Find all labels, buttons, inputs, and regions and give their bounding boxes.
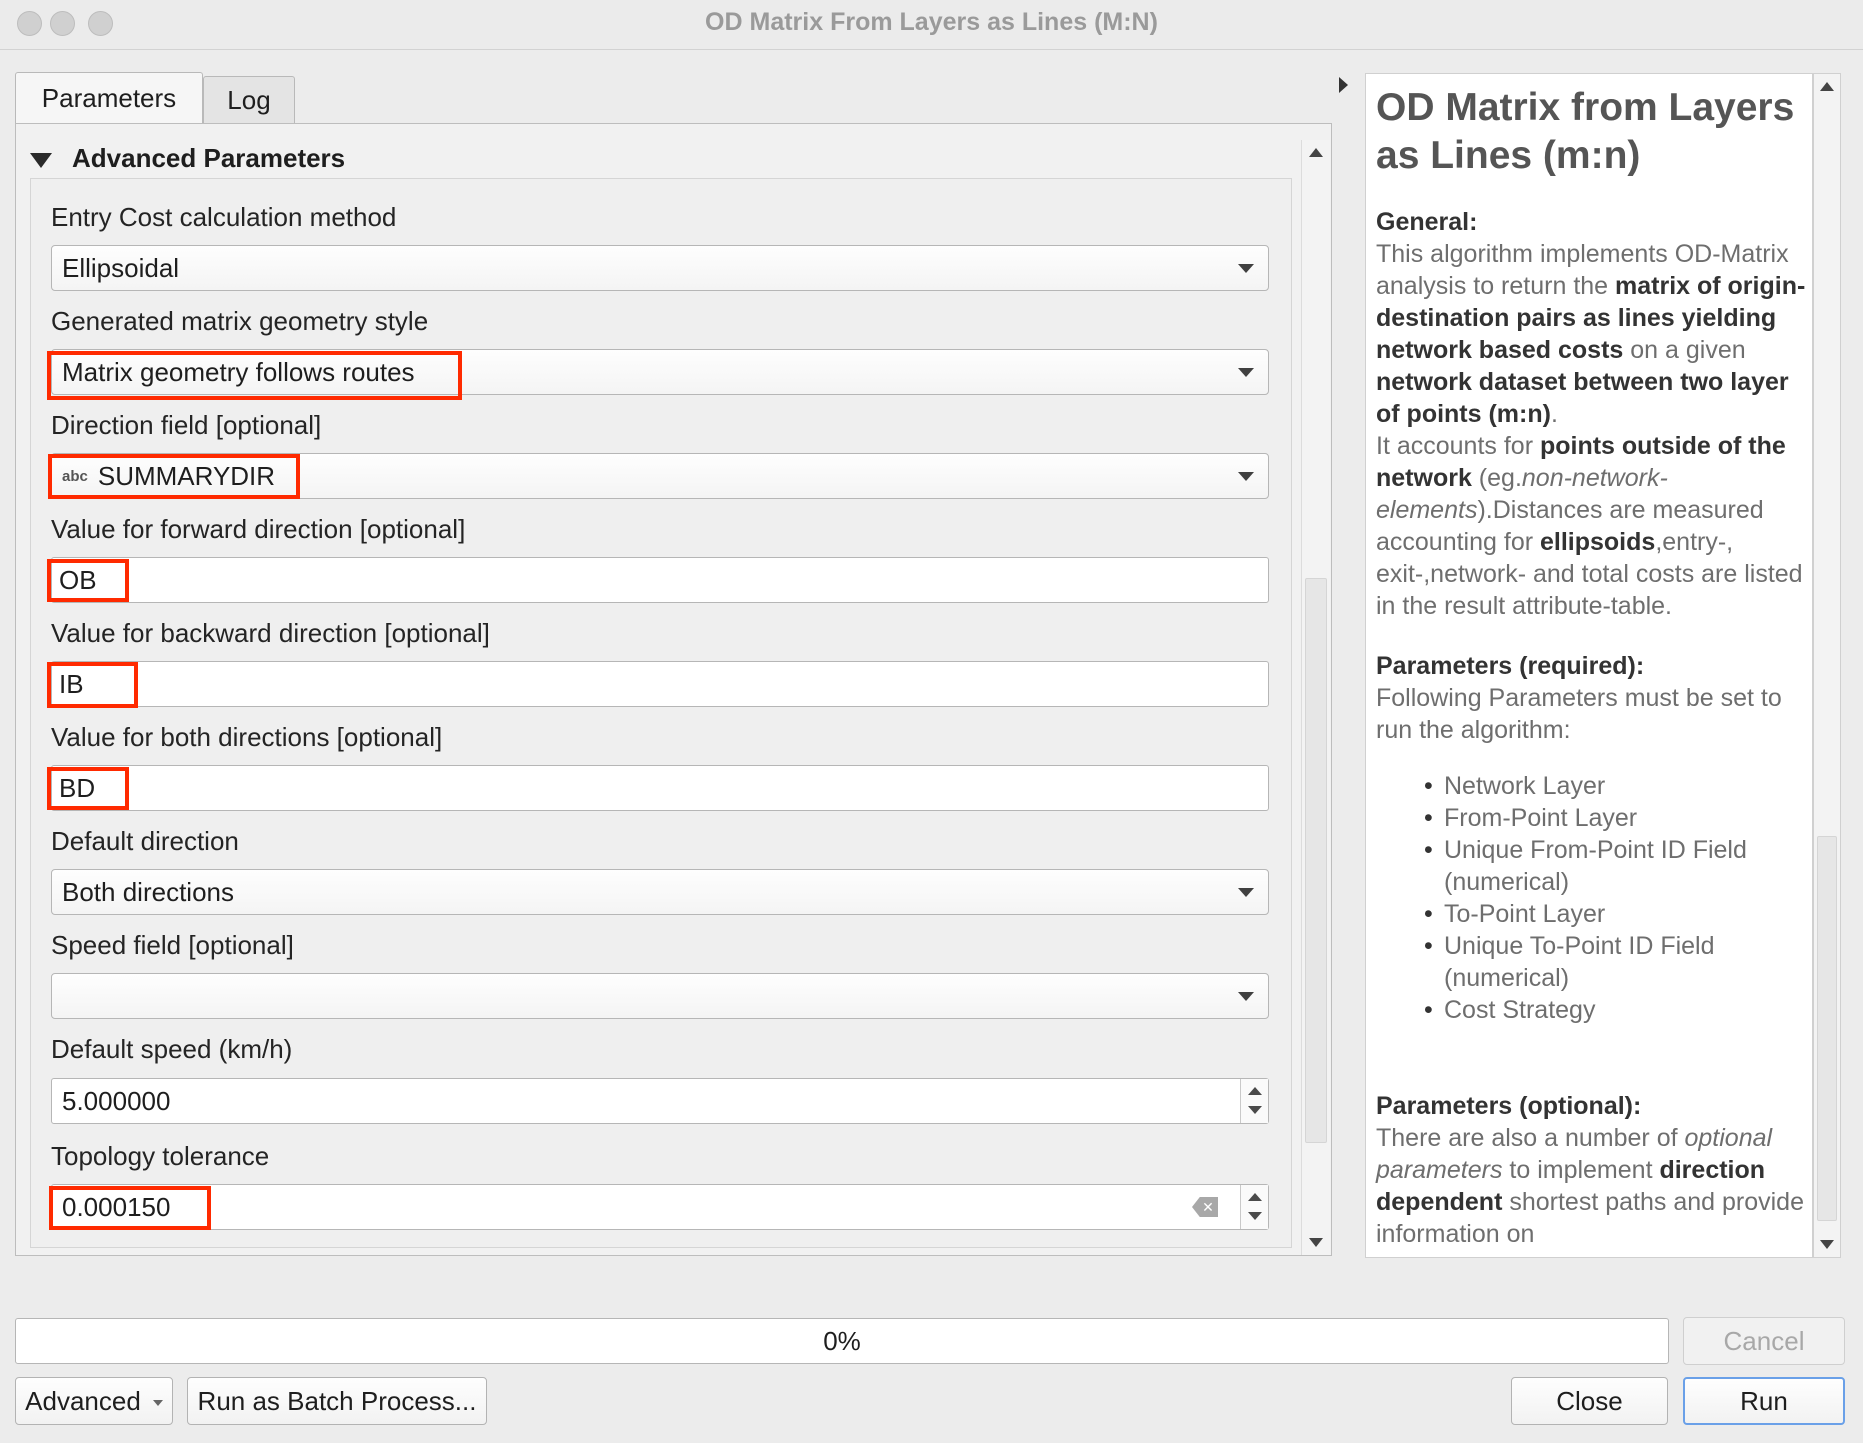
help-title: OD Matrix from Layers as Lines (m:n)	[1376, 86, 1795, 177]
topology-tolerance-spinbox[interactable]: 0.000150 ✕	[51, 1184, 1269, 1230]
both-directions-value: BD	[59, 772, 96, 803]
default-direction-label: Default direction	[51, 826, 239, 856]
help-general: General: This algorithm implements OD-Ma…	[1376, 206, 1806, 622]
geometry-style-label: Generated matrix geometry style	[51, 306, 429, 336]
help-bold: ellipsoids	[1540, 528, 1656, 556]
speed-field-label: Speed field [optional]	[51, 930, 294, 960]
both-directions-label: Value for both directions [optional]	[51, 722, 443, 752]
topology-tolerance-label: Topology tolerance	[51, 1141, 270, 1171]
geometry-style-value: Matrix geometry follows routes	[62, 356, 415, 387]
help-scrollbar[interactable]	[1813, 73, 1841, 1258]
help-required-text: Following Parameters must be set to run …	[1376, 684, 1782, 744]
advanced-parameters-header[interactable]: Advanced Parameters	[30, 138, 345, 178]
help-optional: Parameters (optional): There are also a …	[1376, 1090, 1806, 1250]
direction-field-combo[interactable]: abc SUMMARYDIR	[51, 453, 1269, 499]
help-text: It accounts for	[1376, 432, 1540, 460]
help-content: OD Matrix from Layers as Lines (m:n) Gen…	[1376, 84, 1806, 1250]
chevron-down-icon	[1238, 368, 1254, 377]
triangle-down-icon	[30, 152, 52, 168]
chevron-down-icon	[1238, 992, 1254, 1001]
backspace-clear-icon[interactable]: ✕	[1192, 1197, 1218, 1217]
close-button[interactable]: Close	[1511, 1377, 1668, 1425]
spin-buttons[interactable]	[1240, 1079, 1268, 1123]
field-type-abc-icon: abc	[62, 467, 88, 485]
both-directions-input[interactable]: BD	[51, 765, 1269, 811]
run-batch-button[interactable]: Run as Batch Process...	[187, 1377, 487, 1425]
tab-log[interactable]: Log	[203, 76, 295, 124]
help-optional-heading: Parameters (optional):	[1376, 1092, 1642, 1120]
scrollbar-thumb[interactable]	[1817, 836, 1837, 1221]
help-panel: OD Matrix from Layers as Lines (m:n) Gen…	[1365, 73, 1813, 1258]
help-text: to implement	[1502, 1156, 1660, 1184]
help-bold: network dataset between two layer of poi…	[1376, 368, 1789, 428]
help-text: There are also a number of	[1376, 1124, 1685, 1152]
spin-buttons[interactable]	[1240, 1185, 1268, 1229]
chevron-down-icon	[1238, 472, 1254, 481]
list-item: From-Point Layer	[1424, 802, 1806, 834]
geometry-style-combo[interactable]: Matrix geometry follows routes	[51, 349, 1269, 395]
scroll-up-icon[interactable]	[1309, 148, 1323, 157]
spin-down-icon[interactable]	[1248, 1106, 1262, 1114]
list-item: Network Layer	[1424, 770, 1806, 802]
advanced-button-label: Advanced	[25, 1385, 141, 1416]
help-required: Parameters (required): Following Paramet…	[1376, 650, 1806, 1026]
direction-field-value: SUMMARYDIR	[97, 460, 276, 491]
entry-cost-label: Entry Cost calculation method	[51, 202, 397, 232]
default-speed-value: 5.000000	[62, 1085, 171, 1116]
help-general-heading: General:	[1376, 208, 1478, 236]
chevron-down-icon	[1238, 888, 1254, 897]
scrollbar-thumb[interactable]	[1305, 578, 1327, 1143]
progress-text: 0%	[823, 1325, 861, 1356]
forward-direction-label: Value for forward direction [optional]	[51, 514, 466, 544]
direction-field-label: Direction field [optional]	[51, 410, 322, 440]
backward-direction-label: Value for backward direction [optional]	[51, 618, 490, 648]
advanced-parameters-title: Advanced Parameters	[72, 142, 346, 173]
window-title: OD Matrix From Layers as Lines (M:N)	[705, 8, 1158, 36]
help-required-heading: Parameters (required):	[1376, 652, 1645, 680]
default-direction-combo[interactable]: Both directions	[51, 869, 1269, 915]
advanced-menu-button[interactable]: Advanced	[15, 1377, 173, 1425]
backward-direction-value: IB	[59, 668, 84, 699]
title-bar: OD Matrix From Layers as Lines (M:N)	[0, 0, 1863, 50]
spin-up-icon[interactable]	[1248, 1087, 1262, 1095]
cancel-button[interactable]: Cancel	[1683, 1317, 1845, 1365]
topology-tolerance-value: 0.000150	[62, 1191, 171, 1222]
entry-cost-value: Ellipsoidal	[62, 252, 180, 283]
progress-bar: 0%	[15, 1318, 1669, 1364]
default-speed-spinbox[interactable]: 5.000000	[51, 1078, 1269, 1124]
run-button[interactable]: Run	[1683, 1377, 1845, 1425]
backward-direction-input[interactable]: IB	[51, 661, 1269, 707]
list-item: Unique To-Point ID Field (numerical)	[1424, 930, 1806, 994]
list-item: To-Point Layer	[1424, 898, 1806, 930]
entry-cost-combo[interactable]: Ellipsoidal	[51, 245, 1269, 291]
help-text: (eg.	[1471, 464, 1522, 492]
chevron-down-icon	[152, 1400, 163, 1406]
scroll-up-icon[interactable]	[1820, 82, 1834, 91]
spin-up-icon[interactable]	[1248, 1193, 1262, 1201]
speed-field-combo[interactable]	[51, 973, 1269, 1019]
spin-down-icon[interactable]	[1248, 1212, 1262, 1220]
help-required-list: Network Layer From-Point Layer Unique Fr…	[1376, 770, 1806, 1026]
scroll-down-icon[interactable]	[1820, 1240, 1834, 1249]
tab-parameters[interactable]: Parameters	[15, 72, 203, 124]
list-item: Unique From-Point ID Field (numerical)	[1424, 834, 1806, 898]
help-text: .	[1550, 400, 1558, 428]
default-direction-value: Both directions	[62, 876, 234, 907]
chevron-down-icon	[1238, 264, 1254, 273]
parameters-scrollbar[interactable]	[1301, 140, 1330, 1255]
scroll-down-icon[interactable]	[1309, 1238, 1323, 1247]
collapse-help-arrow-icon[interactable]	[1339, 77, 1348, 93]
forward-direction-input[interactable]: OB	[51, 557, 1269, 603]
default-speed-label: Default speed (km/h)	[51, 1034, 293, 1064]
forward-direction-value: OB	[59, 564, 97, 595]
list-item: Cost Strategy	[1424, 994, 1806, 1026]
help-text: on a given	[1623, 336, 1746, 364]
